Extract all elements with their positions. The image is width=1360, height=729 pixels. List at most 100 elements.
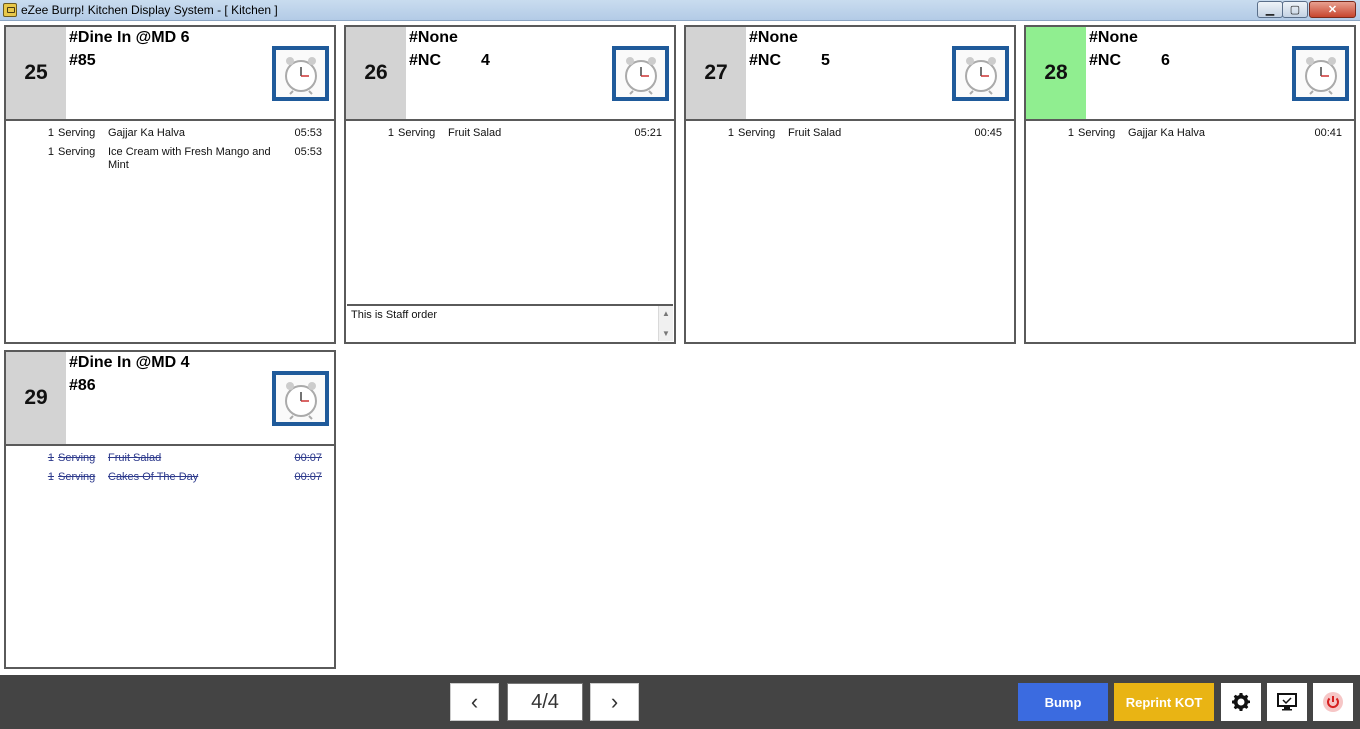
order-card[interactable]: 26 #None #NC 4 1 Serving Fruit Salad 05:2… — [344, 25, 676, 344]
order-number-text: #NC — [409, 52, 442, 69]
chevron-right-icon: › — [610, 689, 619, 714]
alarm-clock-icon[interactable] — [1292, 46, 1349, 101]
item-qty: 1 — [47, 146, 54, 158]
item-qty: 1 — [47, 452, 54, 464]
order-items: 1 Serving Gajjar Ka Halva 00:41 — [1026, 121, 1354, 143]
app-icon — [3, 3, 17, 17]
order-card[interactable]: 25 #Dine In @MD 6 #85 1 Serving Gajjar K… — [4, 25, 336, 344]
order-card-header[interactable]: 27 #None #NC 5 — [686, 27, 1014, 121]
order-item[interactable]: 1 Serving Ice Cream with Fresh Mango and… — [6, 143, 334, 173]
order-title: #None — [749, 29, 798, 46]
order-title: #None — [409, 29, 458, 46]
order-item-completed[interactable]: 1 Serving Cakes Of The Day 00:07 — [6, 468, 334, 487]
display-button[interactable] — [1267, 683, 1307, 721]
item-name: Fruit Salad — [108, 452, 162, 464]
order-card[interactable]: 29 #Dine In @MD 4 #86 1 Serving Fruit Sa… — [4, 350, 336, 669]
order-token: 26 — [346, 27, 406, 119]
order-card-header[interactable]: 29 #Dine In @MD 4 #86 — [6, 352, 334, 446]
order-item[interactable]: 1 Serving Fruit Salad 00:45 — [686, 124, 1014, 143]
order-number: #85 — [69, 52, 96, 70]
order-items: 1 Serving Fruit Salad 05:21 — [346, 121, 674, 143]
order-number: #NC 5 — [749, 52, 830, 70]
prev-page-button[interactable]: ‹ — [450, 683, 499, 721]
order-card-header[interactable]: 26 #None #NC 4 — [346, 27, 674, 121]
order-title: #Dine In @MD 4 — [69, 354, 190, 371]
item-unit: Serving — [58, 452, 96, 464]
item-name: Gajjar Ka Halva — [1128, 127, 1206, 139]
item-name: Ice Cream with Fresh Mango and Mint — [108, 146, 271, 171]
item-unit: Serving — [1078, 127, 1116, 139]
item-qty: 1 — [47, 471, 54, 483]
item-qty: 1 — [47, 127, 54, 139]
order-title: #None — [1089, 29, 1138, 46]
order-count: 6 — [1161, 52, 1170, 69]
item-unit: Serving — [58, 471, 96, 483]
item-name: Fruit Salad — [448, 127, 502, 139]
item-time: 00:07 — [294, 471, 322, 483]
order-item[interactable]: 1 Serving Gajjar Ka Halva 00:41 — [1026, 124, 1354, 143]
order-card-header[interactable]: 25 #Dine In @MD 6 #85 — [6, 27, 334, 121]
order-item[interactable]: 1 Serving Fruit Salad 05:21 — [346, 124, 674, 143]
bump-button[interactable]: Bump — [1018, 683, 1108, 721]
order-items: 1 Serving Fruit Salad 00:45 — [686, 121, 1014, 143]
next-page-button[interactable]: › — [590, 683, 639, 721]
order-number: #NC 6 — [1089, 52, 1170, 70]
item-time: 05:53 — [294, 146, 322, 158]
power-button[interactable] — [1313, 683, 1353, 721]
item-unit: Serving — [58, 146, 96, 158]
bottom-toolbar: ‹ 4/4 › Bump Reprint KOT — [0, 675, 1360, 729]
item-unit: Serving — [398, 127, 436, 139]
order-token: 25 — [6, 27, 66, 119]
minimize-button[interactable]: ▁ — [1257, 1, 1283, 18]
alarm-clock-icon[interactable] — [272, 371, 329, 426]
chevron-left-icon: ‹ — [470, 689, 479, 714]
settings-button[interactable] — [1221, 683, 1261, 721]
order-number-text: #NC — [1089, 52, 1122, 69]
order-note[interactable]: This is Staff order ▲ ▼ — [347, 304, 673, 341]
item-name: Fruit Salad — [788, 127, 842, 139]
order-note-text: This is Staff order — [351, 309, 437, 321]
item-time: 00:07 — [294, 452, 322, 464]
order-item-completed[interactable]: 1 Serving Fruit Salad 00:07 — [6, 449, 334, 468]
power-icon — [1323, 692, 1343, 712]
reprint-kot-button[interactable]: Reprint KOT — [1114, 683, 1214, 721]
item-name: Gajjar Ka Halva — [108, 127, 186, 139]
order-count: 4 — [481, 52, 490, 69]
order-item[interactable]: 1 Serving Gajjar Ka Halva 05:53 — [6, 124, 334, 143]
item-qty: 1 — [1067, 127, 1074, 139]
close-button[interactable]: ✕ — [1309, 1, 1356, 18]
order-card[interactable]: 27 #None #NC 5 1 Serving Fruit Salad 00:4… — [684, 25, 1016, 344]
order-number: #NC 4 — [409, 52, 490, 70]
order-card[interactable]: 28 #None #NC 6 1 Serving Gajjar Ka Halva … — [1024, 25, 1356, 344]
scroll-up-icon[interactable]: ▲ — [662, 309, 670, 318]
item-name: Cakes Of The Day — [108, 471, 199, 483]
order-items: 1 Serving Fruit Salad 00:07 1 Serving Ca… — [6, 446, 334, 487]
alarm-clock-icon[interactable] — [612, 46, 669, 101]
scroll-down-icon[interactable]: ▼ — [662, 329, 670, 338]
item-time: 05:21 — [634, 127, 662, 139]
order-card-header[interactable]: 28 #None #NC 6 — [1026, 27, 1354, 121]
order-count: 5 — [821, 52, 830, 69]
order-items: 1 Serving Gajjar Ka Halva 05:53 1 Servin… — [6, 121, 334, 173]
order-number-text: #85 — [69, 52, 96, 69]
maximize-button[interactable]: ▢ — [1282, 1, 1308, 18]
order-token: 27 — [686, 27, 746, 119]
item-time: 00:45 — [974, 127, 1002, 139]
order-token: 28 — [1026, 27, 1086, 119]
page-indicator: 4/4 — [507, 683, 583, 721]
order-title: #Dine In @MD 6 — [69, 29, 190, 46]
item-time: 05:53 — [294, 127, 322, 139]
window-titlebar: eZee Burrp! Kitchen Display System - [ K… — [0, 0, 1360, 21]
alarm-clock-icon[interactable] — [952, 46, 1009, 101]
item-qty: 1 — [387, 127, 394, 139]
order-number-text: #NC — [749, 52, 782, 69]
alarm-clock-icon[interactable] — [272, 46, 329, 101]
item-qty: 1 — [727, 127, 734, 139]
item-unit: Serving — [738, 127, 776, 139]
order-token: 29 — [6, 352, 66, 444]
window-title: eZee Burrp! Kitchen Display System - [ K… — [21, 3, 278, 17]
monitor-icon — [1277, 693, 1297, 711]
order-number: #86 — [69, 377, 96, 395]
note-scrollbar[interactable]: ▲ ▼ — [658, 306, 673, 341]
order-number-text: #86 — [69, 377, 96, 394]
